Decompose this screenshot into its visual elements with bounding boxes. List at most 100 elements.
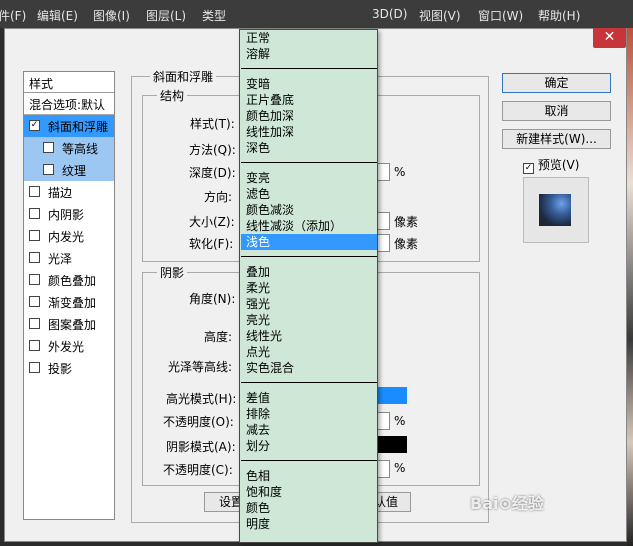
menubar: 文件(F) 编辑(E) 图像(I) 图层(L) 类型 3D(D) 视图(V) 窗… [0, 0, 633, 28]
blend-mode-separator [241, 256, 377, 257]
size-unit: 像素 [394, 215, 419, 229]
preview-toggle[interactable]: ✓ 预览(V) [523, 156, 580, 174]
style-item-gradient-overlay[interactable]: 渐变叠加 [24, 291, 114, 313]
blend-mode-option[interactable]: 正常 [241, 30, 377, 46]
blend-mode-option[interactable]: 深色 [241, 140, 377, 156]
blend-mode-option[interactable]: 颜色减淡 [241, 202, 377, 218]
style-item-label: 内发光 [48, 230, 85, 244]
pattern-overlay-checkbox[interactable] [29, 318, 40, 329]
blend-mode-option[interactable]: 颜色 [241, 500, 377, 516]
blend-mode-option[interactable]: 亮光 [241, 312, 377, 328]
satin-checkbox[interactable] [29, 252, 40, 263]
blend-mode-option[interactable]: 变亮 [241, 170, 377, 186]
drop-shadow-checkbox[interactable] [29, 362, 40, 373]
depth-unit: % [394, 165, 406, 179]
blend-mode-option[interactable]: 柔光 [241, 280, 377, 296]
style-item-label: 描边 [48, 186, 73, 200]
style-item-contour[interactable]: 等高线 [24, 137, 114, 159]
blend-mode-separator [241, 162, 377, 163]
menu-layer[interactable]: 图层(L) [146, 7, 186, 24]
soften-label: 软化(F): [189, 237, 234, 251]
menu-window[interactable]: 窗口(W) [478, 7, 523, 24]
style-item-texture[interactable]: 纹理 [24, 159, 114, 181]
blend-mode-option[interactable]: 饱和度 [241, 484, 377, 500]
style-item-label: 内阴影 [48, 208, 85, 222]
blend-mode-option[interactable]: 叠加 [241, 264, 377, 280]
blend-mode-separator [241, 68, 377, 69]
blend-mode-option[interactable]: 颜色加深 [241, 108, 377, 124]
blend-mode-option[interactable]: 减去 [241, 422, 377, 438]
preview-label: 预览(V) [537, 158, 580, 172]
contour-checkbox[interactable] [43, 142, 54, 153]
watermark: Bai⊙经验 [470, 494, 544, 513]
blend-mode-option[interactable]: 强光 [241, 296, 377, 312]
blend-mode-option[interactable]: 线性光 [241, 328, 377, 344]
style-item-inner-shadow[interactable]: 内阴影 [24, 203, 114, 225]
soften-unit: 像素 [394, 237, 419, 251]
color-overlay-checkbox[interactable] [29, 274, 40, 285]
menu-type[interactable]: 类型 [202, 7, 226, 24]
gradient-overlay-checkbox[interactable] [29, 296, 40, 307]
style-item-label: 图案叠加 [48, 318, 97, 332]
menu-edit[interactable]: 编辑(E) [37, 7, 78, 24]
style-label: 样式(T): [190, 117, 235, 131]
cancel-button[interactable]: 取消 [502, 101, 611, 121]
blend-mode-option[interactable]: 色相 [241, 468, 377, 484]
blend-mode-option[interactable]: 点光 [241, 344, 377, 360]
shadow-mode-label: 阴影模式(A): [166, 440, 236, 454]
gloss-contour-label: 光泽等高线: [168, 360, 233, 374]
style-item-bevel-emboss[interactable]: ✓ 斜面和浮雕 [24, 115, 114, 137]
ok-button[interactable]: 确定 [502, 73, 611, 93]
stroke-checkbox[interactable] [29, 186, 40, 197]
style-item-label: 斜面和浮雕 [48, 120, 109, 134]
depth-label: 深度(D): [189, 166, 236, 180]
inner-glow-checkbox[interactable] [29, 230, 40, 241]
blend-mode-option[interactable]: 排除 [241, 406, 377, 422]
menu-help[interactable]: 帮助(H) [538, 7, 580, 24]
blend-mode-option[interactable]: 浅色 [241, 234, 377, 250]
menu-view[interactable]: 视图(V) [419, 7, 461, 24]
style-item-label: 光泽 [48, 252, 73, 266]
blend-mode-option[interactable]: 实色混合 [241, 360, 377, 376]
style-item-pattern-overlay[interactable]: 图案叠加 [24, 313, 114, 335]
style-item-outer-glow[interactable]: 外发光 [24, 335, 114, 357]
blend-mode-dropdown[interactable]: 正常 溶解变暗 正片叠底 颜色加深 线性加深 深色变亮 滤色 颜色减淡 线性减淡（添加） 浅色叠加… [239, 29, 378, 543]
highlight-color-swatch[interactable] [374, 387, 407, 404]
blend-mode-option[interactable]: 差值 [241, 390, 377, 406]
altitude-label: 高度: [204, 330, 233, 344]
style-item-stroke[interactable]: 描边 [24, 181, 114, 203]
blend-mode-option[interactable]: 正片叠底 [241, 92, 377, 108]
style-item-label: 等高线 [62, 142, 99, 156]
style-preview [523, 177, 589, 243]
blend-mode-option[interactable]: 线性减淡（添加） [241, 218, 377, 234]
texture-checkbox[interactable] [43, 164, 54, 175]
blend-mode-option[interactable]: 明度 [241, 516, 377, 532]
highlight-opacity-label: 不透明度(O): [163, 415, 234, 429]
shadow-opacity-label: 不透明度(C): [163, 463, 233, 477]
bevel-checkbox[interactable]: ✓ [29, 120, 40, 131]
preview-checkbox[interactable]: ✓ [523, 163, 534, 174]
style-item-inner-glow[interactable]: 内发光 [24, 225, 114, 247]
new-style-button[interactable]: 新建样式(W)... [502, 129, 611, 149]
blend-mode-option[interactable]: 滤色 [241, 186, 377, 202]
structure-title: 结构 [157, 87, 188, 104]
close-button[interactable]: ✕ [593, 28, 626, 48]
blend-mode-option[interactable]: 划分 [241, 438, 377, 454]
style-item-drop-shadow[interactable]: 投影 [24, 357, 114, 379]
menu-file[interactable]: 文件(F) [0, 7, 26, 24]
highlight-opacity-unit: % [394, 414, 406, 428]
style-item-color-overlay[interactable]: 颜色叠加 [24, 269, 114, 291]
menu-3d[interactable]: 3D(D) [372, 7, 407, 21]
blend-mode-option[interactable]: 变暗 [241, 76, 377, 92]
style-item-label: 颜色叠加 [48, 274, 97, 288]
blend-mode-option[interactable]: 溶解 [241, 46, 377, 62]
shadow-color-swatch[interactable] [374, 436, 407, 453]
menu-image[interactable]: 图像(I) [93, 7, 130, 24]
style-item-satin[interactable]: 光泽 [24, 247, 114, 269]
inner-shadow-checkbox[interactable] [29, 208, 40, 219]
blend-mode-separator [241, 382, 377, 383]
shading-title: 阴影 [157, 264, 188, 281]
blend-mode-option[interactable]: 线性加深 [241, 124, 377, 140]
outer-glow-checkbox[interactable] [29, 340, 40, 351]
style-item-blend-options[interactable]: 混合选项:默认 [24, 93, 114, 115]
